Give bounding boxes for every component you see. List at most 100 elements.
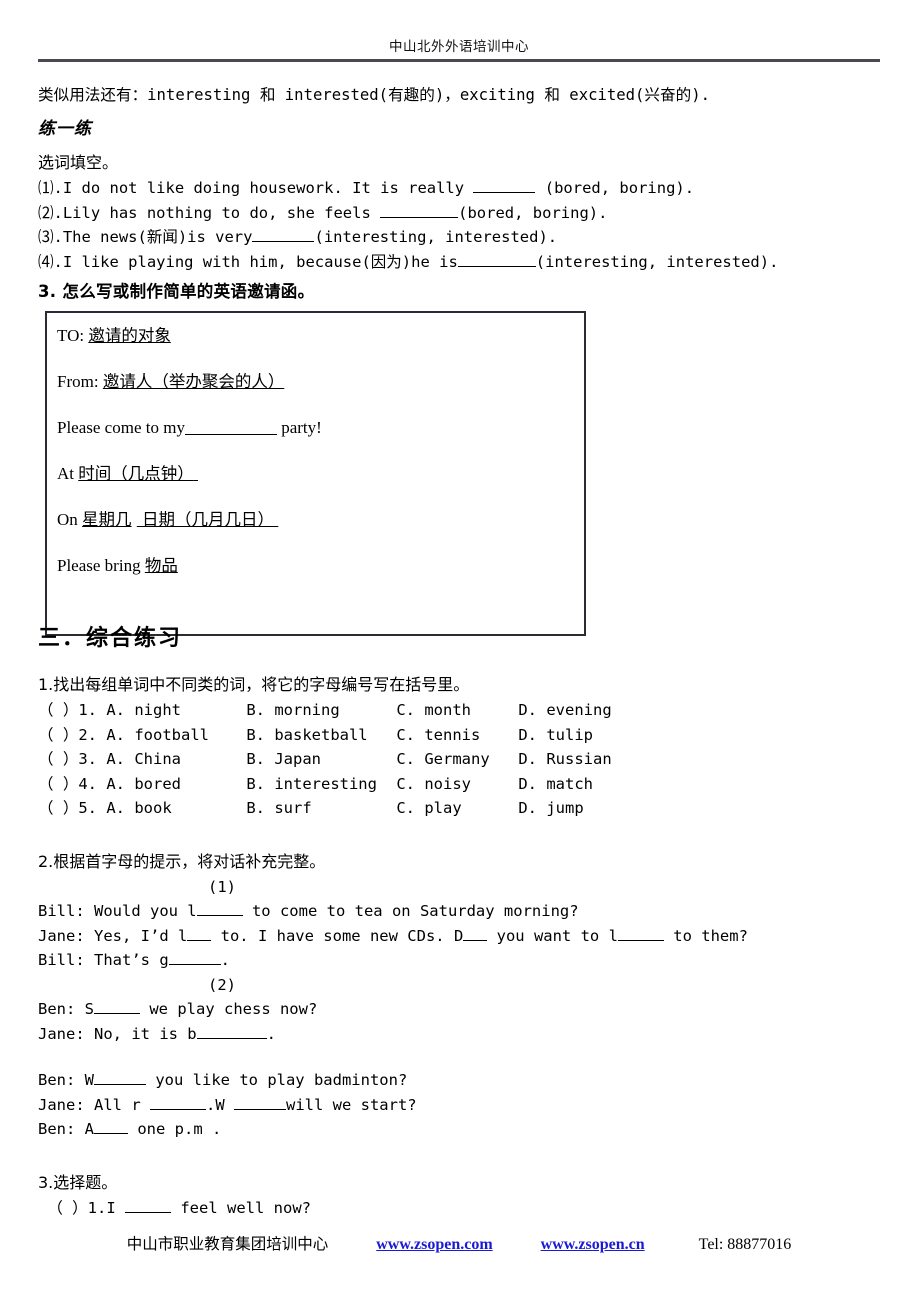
dialog-text: you like to play badminton? (146, 1071, 408, 1089)
choice-a[interactable]: A. bored (106, 772, 246, 797)
dialog-speaker-text: Ben: S (38, 1000, 94, 1018)
invitation-to-label: TO: (57, 326, 89, 345)
invitation-to-value[interactable]: 邀请的对象 (88, 326, 171, 345)
dialog-text: to them? (663, 926, 748, 945)
choice-b[interactable]: B. basketball (246, 723, 396, 748)
dialog-text: . (266, 1024, 276, 1043)
dialog1-number: (1) (38, 875, 898, 900)
invitation-from-value[interactable]: 邀请人（举办聚会的人） (103, 372, 285, 391)
invitation-from-label: From: (57, 372, 103, 391)
exercise1-prompt: 1.找出每组单词中不同类的词，将它的字母编号写在括号里。 (38, 675, 470, 694)
answer-blank[interactable] (125, 1211, 171, 1213)
choice-b[interactable]: B. morning (246, 698, 396, 723)
answer-blank[interactable] (457, 265, 536, 267)
choice-a[interactable]: A. football (106, 723, 246, 748)
exercise2-prompt: 2.根据首字母的提示，将对话补充完整。 (38, 851, 326, 871)
row-marker[interactable]: （ ）1. (38, 701, 106, 719)
dialog1-label: (1) (208, 877, 236, 896)
invitation-from-row: From: 邀请人（举办聚会的人） (57, 371, 584, 417)
dialog-speaker-text: Bill: Would you l (38, 902, 197, 920)
page-header: 中山北外外语培训中心 (38, 38, 880, 62)
practice-question-list: ⑴.I do not like doing housework. It is r… (38, 176, 898, 274)
footer-link-cn[interactable]: www.zsopen.cn (541, 1236, 645, 1254)
answer-blank[interactable] (463, 939, 488, 941)
invitation-party-row: Please come to my party! (57, 417, 584, 463)
answer-blank[interactable] (617, 939, 664, 941)
row-marker[interactable]: （ ）4. (38, 775, 106, 793)
question-text-before: ⑷.I like playing with him, because(因为)he… (38, 252, 458, 271)
footer-link-com[interactable]: www.zsopen.com (376, 1236, 492, 1254)
invitation-card: TO: 邀请的对象 From: 邀请人（举办聚会的人） Please come … (45, 311, 586, 636)
invitation-on-date[interactable]: 日期（几月几日） (137, 510, 274, 529)
answer-blank[interactable] (473, 192, 536, 193)
choice-a[interactable]: A. book (106, 796, 246, 821)
answer-blank[interactable] (233, 1108, 286, 1110)
question-text: feel well now? (171, 1198, 311, 1217)
question-text-after: (bored, boring). (458, 203, 608, 222)
answer-blank[interactable] (94, 1013, 140, 1014)
invitation-on-label: On (57, 510, 78, 529)
answer-blank[interactable] (168, 964, 221, 965)
header-divider (38, 59, 880, 62)
section-three-heading: 三．综合练习 (38, 626, 183, 651)
dialog-text: to. I have some new CDs. D (211, 926, 464, 945)
row-marker[interactable]: （ ）3. (38, 750, 106, 768)
choice-c[interactable]: C. noisy (396, 772, 518, 797)
choice-d[interactable]: D. match (518, 775, 593, 793)
dialog2-line4: Jane: All r .W will we start? (38, 1093, 898, 1118)
answer-blank[interactable] (380, 216, 459, 218)
choice-a[interactable]: A. China (106, 747, 246, 772)
choice-b[interactable]: B. interesting (246, 772, 396, 797)
choice-c[interactable]: C. month (396, 698, 518, 723)
choice-c[interactable]: C. tennis (396, 723, 518, 748)
row-marker[interactable]: （ ）5. (38, 799, 106, 817)
list-item: ⑵.Lily has nothing to do, she feels (bor… (38, 201, 898, 226)
choice-d[interactable]: D. evening (518, 701, 611, 719)
dialog-text: will we start? (285, 1095, 417, 1114)
choice-d[interactable]: D. Russian (518, 750, 611, 768)
invitation-heading: 3. 怎么写或制作简单的英语邀请函。 (38, 282, 315, 301)
table-row: （ ）4. A. bored B. interesting C. noisy D. m… (38, 772, 898, 797)
answer-blank[interactable] (196, 915, 243, 916)
answer-blank[interactable] (196, 1037, 267, 1039)
choice-c[interactable]: C. Germany (396, 747, 518, 772)
practice-heading: 练一练 (38, 119, 92, 139)
answer-blank[interactable] (252, 241, 315, 242)
dialog1-line2: Jane: Yes, I’d l to. I have some new CDs… (38, 924, 898, 949)
dialog-speaker-text: Ben: A (38, 1120, 94, 1138)
dialog2-number: (2) (38, 973, 898, 998)
dialog-speaker-text: Bill: That’s g (38, 951, 169, 969)
choice-b[interactable]: B. surf (246, 796, 396, 821)
answer-blank[interactable] (187, 939, 212, 941)
invitation-bring-value[interactable]: 物品 (145, 556, 178, 575)
question-marker[interactable]: （ ）1.I (38, 1199, 125, 1217)
invitation-to-row: TO: 邀请的对象 (57, 325, 584, 371)
footer-telephone: Tel: 88877016 (698, 1236, 792, 1253)
table-row: （ ）3. A. China B. Japan C. Germany D. Russi… (38, 747, 898, 772)
answer-blank[interactable] (94, 1084, 146, 1085)
invitation-on-weekday[interactable]: 星期几 (82, 510, 132, 529)
answer-blank[interactable] (94, 1133, 128, 1134)
invitation-party-blank[interactable] (184, 434, 277, 435)
row-marker[interactable]: （ ）2. (38, 726, 106, 744)
invitation-bring-row: Please bring 物品 (57, 555, 584, 601)
dialog-text: one p.m . (128, 1120, 222, 1138)
choice-d[interactable]: D. tulip (518, 726, 593, 744)
choice-a[interactable]: A. night (106, 698, 246, 723)
dialog1-line3: Bill: That’s g. (38, 948, 898, 973)
invitation-at-value[interactable]: 时间（几点钟） (78, 464, 194, 483)
choice-b[interactable]: B. Japan (246, 747, 396, 772)
dialog-speaker-text: Jane: Yes, I’d l (38, 926, 188, 945)
answer-blank[interactable] (149, 1108, 206, 1110)
question-text-after: (interesting, interested). (535, 252, 779, 271)
question-text-before: ⑴.I do not like doing housework. It is r… (38, 179, 474, 197)
upper-content: 类似用法还有：interesting 和 interested(有趣的)，exc… (38, 82, 898, 312)
practice-prompt: 选词填空。 (38, 153, 119, 172)
dialog-text: . (220, 951, 230, 969)
choice-d[interactable]: D. jump (518, 799, 583, 817)
exercise3-prompt: 3.选择题。 (38, 1172, 118, 1192)
table-row: （ ）1. A. night B. morning C. month D. eveni… (38, 698, 898, 723)
list-item: ⑴.I do not like doing housework. It is r… (38, 176, 898, 201)
choice-c[interactable]: C. play (396, 796, 518, 821)
dialog-text: to come to tea on Saturday morning? (242, 902, 579, 920)
